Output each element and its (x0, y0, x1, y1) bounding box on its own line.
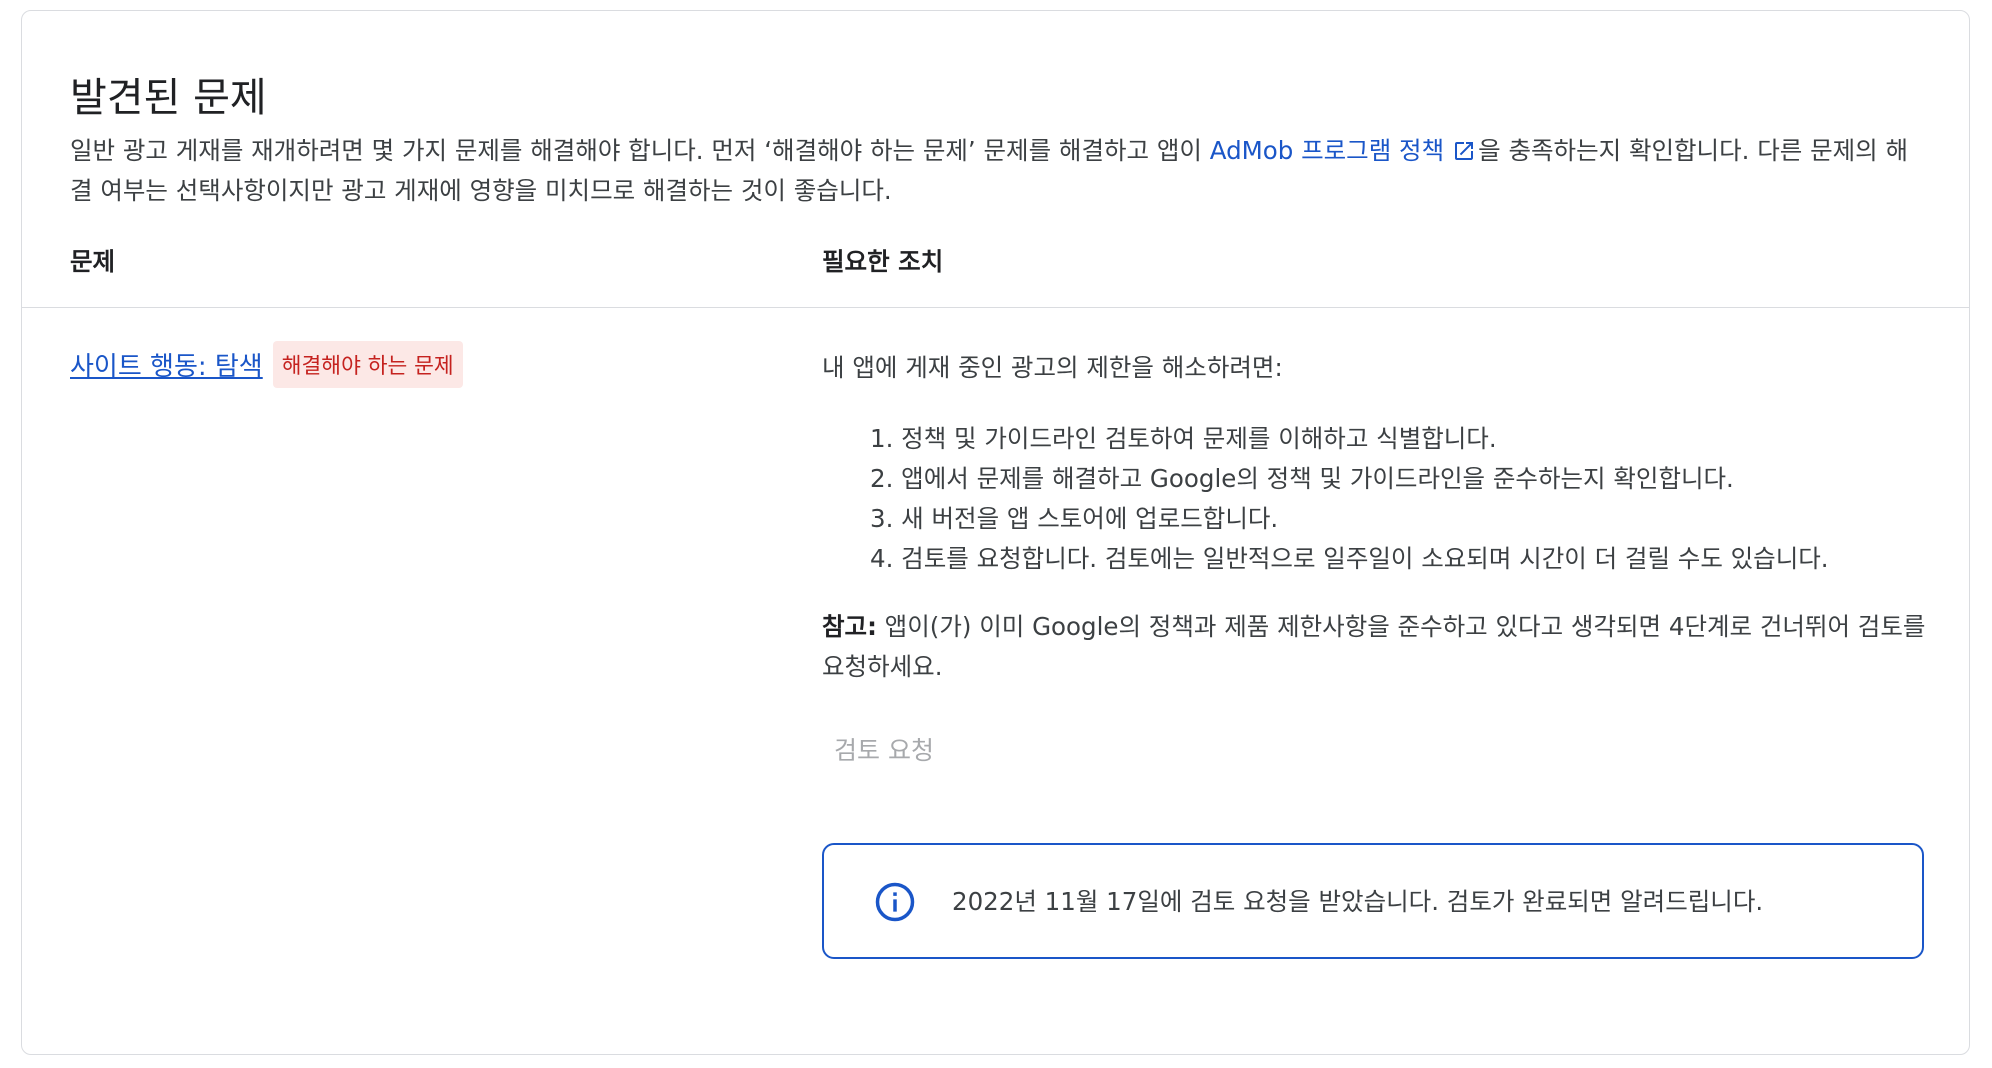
action-steps-list: 1. 정책 및 가이드라인 검토하여 문제를 이해하고 식별합니다. 2. 앱에… (870, 419, 1829, 579)
review-status-banner: 2022년 11월 17일에 검토 요청을 받았습니다. 검토가 완료되면 알려… (822, 843, 1924, 959)
page-title: 발견된 문제 (70, 75, 267, 121)
description-text-1: 일반 광고 게재를 재개하려면 몇 가지 문제를 해결해야 합니다. 먼저 ‘해… (70, 136, 1210, 165)
admob-policy-link[interactable]: AdMob 프로그램 정책 (1210, 136, 1478, 165)
note-label: 참고: (822, 612, 877, 641)
action-intro: 내 앱에 게재 중인 광고의 제한을 해소하려면: (822, 353, 1283, 382)
review-status-text: 2022년 11월 17일에 검토 요청을 받았습니다. 검토가 완료되면 알려… (952, 887, 1764, 916)
column-header-issue: 문제 (70, 247, 116, 276)
open-in-new-icon (1455, 142, 1474, 160)
note-text: 앱이(가) 이미 Google의 정책과 제품 제한사항을 준수하고 있다고 생… (822, 612, 1926, 681)
action-step: 3. 새 버전을 앱 스토어에 업로드합니다. (870, 504, 1279, 533)
action-note: 참고: 앱이(가) 이미 Google의 정책과 제품 제한사항을 준수하고 있… (822, 607, 1932, 687)
action-step: 1. 정책 및 가이드라인 검토하여 문제를 이해하고 식별합니다. (870, 424, 1497, 453)
issues-description: 일반 광고 게재를 재개하려면 몇 가지 문제를 해결해야 합니다. 먼저 ‘해… (70, 131, 1930, 211)
request-review-button[interactable]: 검토 요청 (834, 731, 934, 767)
must-fix-badge: 해결해야 하는 문제 (272, 341, 463, 388)
action-step: 2. 앱에서 문제를 해결하고 Google의 정책 및 가이드라인을 준수하는… (870, 464, 1734, 493)
action-step: 4. 검토를 요청합니다. 검토에는 일반적으로 일주일이 소요되며 시간이 더… (870, 544, 1829, 573)
info-circle-icon (875, 882, 915, 922)
admob-policy-link-label: AdMob 프로그램 정책 (1209, 136, 1445, 165)
issue-link-site-behavior[interactable]: 사이트 행동: 탐색 (70, 346, 263, 383)
header-divider (22, 307, 1969, 308)
issue-row: 사이트 행동: 탐색 해결해야 하는 문제 (70, 341, 463, 388)
issues-card: 발견된 문제 일반 광고 게재를 재개하려면 몇 가지 문제를 해결해야 합니다… (21, 10, 1970, 1055)
column-header-action: 필요한 조치 (822, 247, 944, 276)
